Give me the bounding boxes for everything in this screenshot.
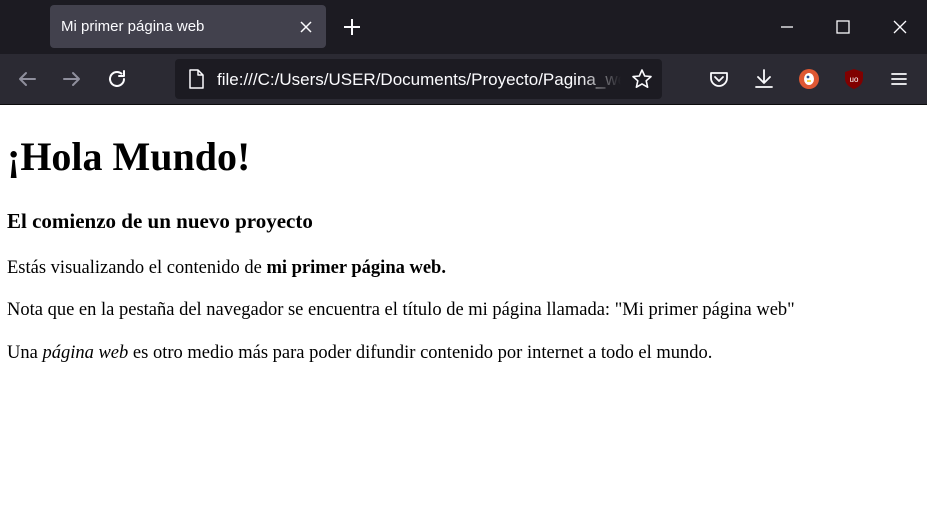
window-close-icon[interactable] bbox=[889, 16, 911, 38]
svg-text:uo: uo bbox=[850, 75, 859, 84]
close-icon[interactable] bbox=[296, 17, 316, 37]
address-text[interactable]: file:///C:/Users/USER/Documents/Proyecto… bbox=[217, 70, 621, 90]
paragraph-web-end: es otro medio más para poder difundir co… bbox=[128, 343, 713, 363]
paragraph-web-italic: página web bbox=[42, 343, 129, 363]
toolbar-divider bbox=[0, 104, 927, 105]
download-icon[interactable] bbox=[752, 67, 776, 91]
tab-title: Mi primer página web bbox=[61, 18, 205, 35]
paragraph-intro-bold: mi primer página web. bbox=[266, 258, 446, 278]
page-heading: ¡Hola Mundo! bbox=[7, 134, 251, 179]
page-subheading: El comienzo de un nuevo proyecto bbox=[7, 209, 313, 233]
paragraph-web: Una página web es otro medio más para po… bbox=[7, 343, 712, 364]
menu-icon[interactable] bbox=[887, 67, 911, 91]
page-icon bbox=[189, 69, 204, 89]
paragraph-intro-text: Estás visualizando el contenido de bbox=[7, 258, 267, 278]
maximize-icon[interactable] bbox=[832, 16, 854, 38]
forward-arrow-icon[interactable] bbox=[60, 67, 84, 91]
browser-titlebar: Mi primer página web bbox=[0, 0, 927, 54]
tab-active[interactable]: Mi primer página web bbox=[50, 5, 326, 48]
minimize-icon[interactable] bbox=[776, 16, 798, 38]
pocket-icon[interactable] bbox=[707, 67, 731, 91]
reload-icon[interactable] bbox=[105, 67, 129, 91]
address-bar[interactable]: file:///C:/Users/USER/Documents/Proyecto… bbox=[175, 59, 662, 99]
paragraph-intro: Estás visualizando el contenido de mi pr… bbox=[7, 258, 446, 279]
plus-icon[interactable] bbox=[340, 15, 364, 39]
navigation-toolbar: file:///C:/Users/USER/Documents/Proyecto… bbox=[0, 54, 927, 104]
paragraph-note: Nota que en la pestaña del navegador se … bbox=[7, 300, 795, 320]
duckduckgo-icon[interactable] bbox=[797, 67, 821, 91]
ublock-icon[interactable]: uo bbox=[842, 67, 866, 91]
back-arrow-icon[interactable] bbox=[15, 67, 39, 91]
star-icon[interactable] bbox=[630, 67, 654, 91]
paragraph-web-start: Una bbox=[7, 343, 43, 363]
